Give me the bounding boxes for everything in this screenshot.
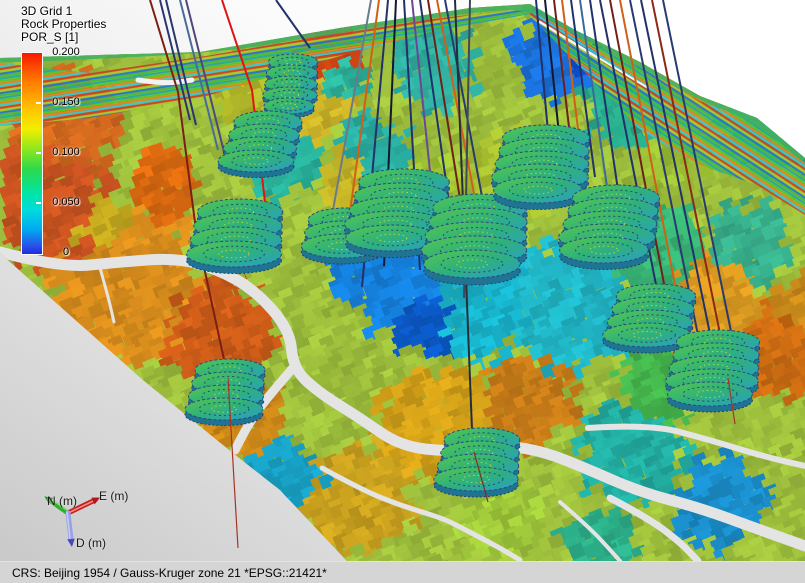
3d-window: 3D Grid 1 Rock Properties POR_S [1] 0.20… [0,0,805,583]
status-bar: CRS: Beijing 1954 / Gauss-Kruger zone 21… [0,561,805,583]
crs-status-text: CRS: Beijing 1954 / Gauss-Kruger zone 21… [12,566,327,580]
property-legend: 3D Grid 1 Rock Properties POR_S [1] [21,5,106,44]
colorbar-tick-label: 0 [46,246,86,258]
colorbar-tick-label: 0.050 [46,196,86,208]
colorbar-tick-mark [36,202,41,204]
colorbar-tick-label: 0.100 [46,146,86,158]
east-axis-label: E (m) [99,489,128,503]
colorbar-tick-mark [36,152,41,154]
3d-viewport[interactable]: 3D Grid 1 Rock Properties POR_S [1] 0.20… [0,0,805,561]
colorbar-tick-mark [36,102,41,104]
colorbar [21,52,43,255]
colorbar-tick-label: 0.200 [46,46,86,58]
depth-axis-label: D (m) [76,536,106,550]
north-axis-label: N (m) [47,494,77,508]
axis-triad: N (m) E (m) D (m) [0,460,170,561]
property-name-label: POR_S [1] [21,31,106,44]
colorbar-tick-label: 0.150 [46,96,86,108]
